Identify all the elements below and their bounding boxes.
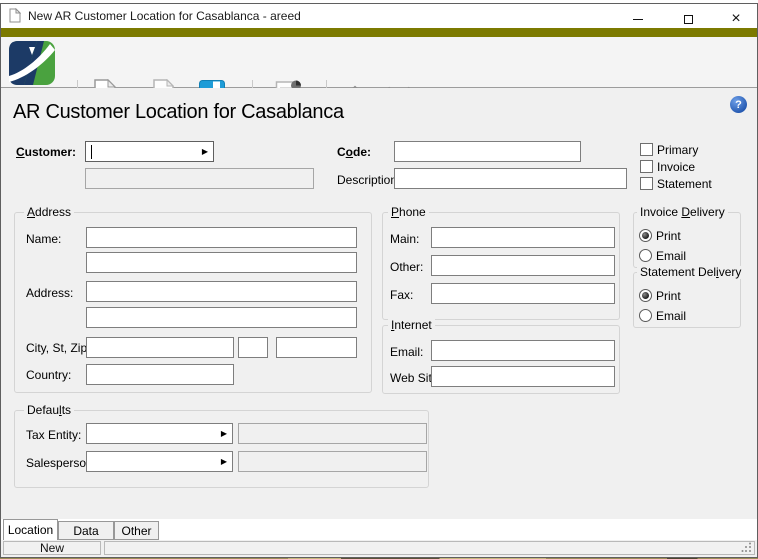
code-field[interactable] bbox=[394, 141, 581, 162]
close-icon: × bbox=[731, 10, 741, 27]
salesperson-desc-readonly bbox=[238, 451, 427, 472]
status-mode-text: New bbox=[39, 541, 64, 555]
customer-lookup-field[interactable]: ▶ bbox=[85, 141, 214, 162]
internet-group-title: Internet bbox=[388, 319, 435, 332]
description-field[interactable] bbox=[394, 168, 627, 189]
invoice-checkbox[interactable] bbox=[640, 160, 653, 173]
invoice-print-label: Print bbox=[656, 229, 681, 243]
name-label: Name: bbox=[26, 232, 62, 246]
invoice-checkbox-label: Invoice bbox=[657, 160, 696, 174]
document-icon bbox=[9, 8, 21, 23]
help-button[interactable]: ? bbox=[730, 96, 747, 113]
defaults-group-title: Defaults bbox=[24, 404, 75, 417]
city-field[interactable] bbox=[86, 337, 234, 358]
statement-checkbox-label: Statement bbox=[657, 177, 712, 191]
address-field-1[interactable] bbox=[86, 281, 357, 302]
titlebar: New AR Customer Location for Casablanca … bbox=[1, 4, 757, 28]
code-label: Code: bbox=[337, 145, 372, 159]
primary-checkbox-label: Primary bbox=[657, 143, 699, 157]
help-icon: ? bbox=[735, 98, 742, 111]
salesperson-lookup-field[interactable]: ▶ bbox=[86, 451, 233, 472]
screen: AR Customer Locations for Casablanca New… bbox=[0, 0, 758, 559]
statement-email-radio[interactable] bbox=[639, 309, 652, 322]
tax-entity-desc-readonly bbox=[238, 423, 427, 444]
toolbar: ▼ New ▼ Edit/Read bbox=[1, 37, 757, 120]
phone-other-label: Other: bbox=[390, 260, 424, 274]
email-field[interactable] bbox=[431, 340, 615, 361]
invoice-email-radio[interactable] bbox=[639, 249, 652, 262]
primary-checkbox[interactable] bbox=[640, 143, 653, 156]
phone-fax-label: Fax: bbox=[390, 288, 414, 302]
city-st-zip-label: City, St, Zip: bbox=[26, 341, 91, 355]
name-field-2[interactable] bbox=[86, 252, 357, 273]
description-label: Description: bbox=[337, 173, 401, 187]
maximize-button[interactable] bbox=[677, 10, 699, 28]
lookup-arrow-icon[interactable]: ▶ bbox=[221, 428, 227, 440]
resize-grip[interactable] bbox=[741, 542, 752, 553]
tab-data-links[interactable]: Data Links bbox=[58, 521, 114, 556]
statement-print-label: Print bbox=[656, 289, 681, 303]
accent-bar bbox=[1, 28, 757, 37]
window-title: New AR Customer Location for Casablanca … bbox=[28, 9, 301, 23]
invoice-print-radio[interactable] bbox=[639, 229, 652, 242]
invoice-email-label: Email bbox=[656, 249, 687, 263]
tax-entity-label: Tax Entity: bbox=[26, 428, 82, 442]
background-window-fragment: AR Customer Locations for Casablanca bbox=[0, 0, 758, 3]
tab-location[interactable]: Location bbox=[3, 519, 58, 540]
address-group-title: Address bbox=[24, 206, 75, 219]
zip-field[interactable] bbox=[276, 337, 357, 358]
phone-other-field[interactable] bbox=[431, 255, 615, 276]
background-window-title: AR Customer Locations for Casablanca bbox=[432, 0, 715, 3]
address-label: Address: bbox=[26, 286, 74, 300]
defaults-groupbox bbox=[14, 410, 429, 488]
phone-fax-field[interactable] bbox=[431, 283, 615, 304]
invoice-delivery-title: Invoice Delivery bbox=[637, 206, 728, 219]
statement-print-radio[interactable] bbox=[639, 289, 652, 302]
statement-email-label: Email bbox=[656, 309, 687, 323]
app-logo-button[interactable] bbox=[9, 41, 55, 85]
customer-label: Customer: bbox=[16, 145, 77, 159]
statement-checkbox[interactable] bbox=[640, 177, 653, 190]
country-field[interactable] bbox=[86, 364, 234, 385]
statement-delivery-title: Statement Delivery bbox=[637, 266, 745, 279]
phone-group-title: Phone bbox=[388, 206, 429, 219]
website-field[interactable] bbox=[431, 366, 615, 387]
lookup-arrow-icon[interactable]: ▶ bbox=[202, 146, 208, 158]
phone-main-field[interactable] bbox=[431, 227, 615, 248]
email-label: Email: bbox=[390, 345, 424, 359]
tab-other[interactable]: Other bbox=[114, 521, 159, 540]
country-label: Country: bbox=[26, 368, 72, 382]
name-field-1[interactable] bbox=[86, 227, 357, 248]
phone-main-label: Main: bbox=[390, 232, 420, 246]
accountmate-logo-icon bbox=[9, 41, 55, 85]
status-message-segment bbox=[104, 541, 755, 555]
status-mode-segment: New bbox=[3, 541, 101, 555]
maximize-icon bbox=[683, 14, 693, 24]
minimize-button[interactable] bbox=[627, 10, 649, 28]
text-caret bbox=[91, 145, 92, 159]
address-field-2[interactable] bbox=[86, 307, 357, 328]
lookup-arrow-icon[interactable]: ▶ bbox=[221, 456, 227, 468]
state-field[interactable] bbox=[238, 337, 268, 358]
customer-name-readonly bbox=[85, 168, 314, 189]
tax-entity-lookup-field[interactable]: ▶ bbox=[86, 423, 233, 444]
page-title: AR Customer Location for Casablanca bbox=[13, 101, 344, 123]
minimize-icon bbox=[633, 18, 643, 20]
close-button[interactable]: × bbox=[725, 10, 747, 28]
statusbar: New bbox=[1, 540, 757, 557]
